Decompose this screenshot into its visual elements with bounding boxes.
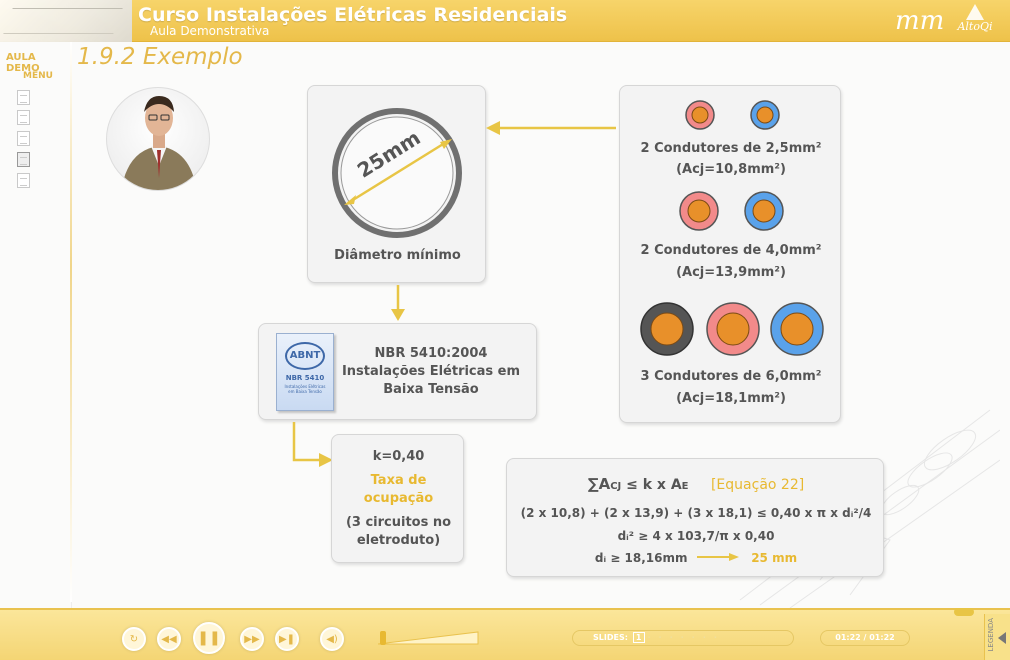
norm-code: NBR 5410:2004 bbox=[374, 346, 488, 361]
volume-slider[interactable] bbox=[378, 628, 480, 648]
formula-result: 25 mm bbox=[751, 551, 798, 565]
equation-reference: [Equação 22] bbox=[710, 477, 805, 493]
book-subtitle: Instalações Elétricas em Baixa Tensão bbox=[284, 384, 326, 394]
norm-card: ABNT NBR 5410 Instalações Elétricas em B… bbox=[258, 323, 537, 420]
panel-divider bbox=[70, 42, 72, 602]
k-value: k=0,40 bbox=[372, 449, 425, 464]
formula-card: ∑ACJ ≤ k x AE [Equação 22] (2 x 10,8) + … bbox=[506, 458, 884, 577]
conductor-group-label: 3 Condutores de 6,0mm² bbox=[640, 369, 822, 384]
altoqi-logo-text: AltoQi bbox=[957, 20, 993, 33]
menu-button[interactable]: MENU bbox=[23, 71, 53, 81]
circuits-note-line2: eletroduto) bbox=[356, 533, 441, 548]
current-slide-number[interactable]: 1 bbox=[632, 632, 645, 643]
menu-item-document-icon[interactable] bbox=[17, 90, 30, 105]
menu-item-document-icon[interactable] bbox=[17, 131, 30, 146]
legend-label: LEGENDA bbox=[987, 618, 995, 652]
diameter-card: 25mm Diâmetro mínimo bbox=[307, 85, 486, 283]
legend-arrow-icon bbox=[998, 632, 1006, 644]
arrow-right-icon bbox=[697, 553, 740, 561]
header-bar: Curso Instalações Elétricas Residenciais… bbox=[0, 0, 1010, 42]
norm-title-line2: Baixa Tensão bbox=[383, 382, 479, 397]
legend-tab[interactable]: LEGENDA bbox=[984, 614, 1010, 660]
equation-sub-cj: CJ bbox=[610, 481, 622, 492]
menu-item-document-icon[interactable] bbox=[17, 110, 30, 125]
fast-forward-icon[interactable]: ▶▶ bbox=[240, 627, 264, 651]
rewind-icon[interactable]: ◀◀ bbox=[157, 627, 181, 651]
menu-item-document-icon-active[interactable] bbox=[17, 152, 30, 167]
circuits-note-line1: (3 circuitos no bbox=[345, 515, 452, 530]
occupancy-label-line2: ocupação bbox=[363, 491, 434, 506]
book-code: NBR 5410 bbox=[285, 374, 325, 382]
replay-icon[interactable]: ↻ bbox=[122, 627, 146, 651]
arrow-bent-right-icon bbox=[292, 422, 333, 467]
presenter-illustration bbox=[121, 96, 197, 190]
course-subtitle: Aula Demonstrativa bbox=[150, 24, 270, 38]
header-sketch-image bbox=[0, 0, 132, 42]
conductor-group-area: (Acj=13,9mm²) bbox=[676, 265, 786, 280]
equation-sum: ∑A bbox=[587, 475, 611, 493]
course-title: Curso Instalações Elétricas Residenciais bbox=[138, 4, 568, 26]
abnt-book-image: ABNT NBR 5410 Instalações Elétricas em B… bbox=[276, 333, 334, 411]
volume-slider-handle bbox=[380, 631, 386, 645]
menu-item-document-icon[interactable] bbox=[17, 173, 30, 188]
occupancy-card: k=0,40 Taxa de ocupação (3 circuitos no … bbox=[331, 434, 464, 563]
pause-icon[interactable]: ❚❚ bbox=[193, 622, 225, 654]
conductor-group-area: (Acj=18,1mm²) bbox=[676, 391, 786, 406]
arrow-left-icon bbox=[486, 121, 616, 135]
progress-handle[interactable] bbox=[954, 608, 974, 616]
time-display: 01:22 / 01:22 bbox=[820, 630, 910, 646]
player-controls-bar: ↻ ◀◀ ❚❚ ▶▶ ▶❚ ◀) SLIDES: 1 ∙∙∙∙∙∙∙ 01:22… bbox=[0, 608, 1010, 660]
mm-logo: mm bbox=[895, 6, 945, 36]
page-title: 1.9.2 Exemplo bbox=[77, 44, 243, 70]
arrow-down-icon bbox=[391, 285, 405, 321]
altoqi-logo: AltoQi bbox=[950, 4, 1000, 40]
equation-mid: ≤ k x A bbox=[621, 477, 682, 493]
diameter-caption: Diâmetro mínimo bbox=[334, 248, 461, 263]
presenter-avatar bbox=[106, 87, 210, 191]
norm-title-line1: Instalações Elétricas em bbox=[341, 364, 521, 379]
conductor-group-area: (Acj=10,8mm²) bbox=[676, 162, 786, 177]
volume-icon[interactable]: ◀) bbox=[320, 627, 344, 651]
slides-navigator[interactable]: SLIDES: 1 ∙∙∙∙∙∙∙ bbox=[572, 630, 794, 646]
conductor-group-label: 2 Condutores de 2,5mm² bbox=[640, 141, 822, 156]
slide-dots: ∙∙∙∙∙∙∙ bbox=[647, 633, 725, 642]
skip-next-icon[interactable]: ▶❚ bbox=[275, 627, 299, 651]
formula-line-3: dᵢ² ≥ 4 x 103,7/π x 0,40 bbox=[617, 529, 775, 543]
conductors-card: 2 Condutores de 2,5mm² (Acj=10,8mm²) 2 C… bbox=[619, 85, 841, 423]
altoqi-logo-icon bbox=[966, 4, 984, 20]
formula-line-4: dᵢ ≥ 18,16mm 25 mm bbox=[507, 551, 885, 565]
left-menu-panel: AULA DEMO MENU bbox=[0, 42, 72, 608]
equation-line: ∑ACJ ≤ k x AE [Equação 22] bbox=[507, 475, 885, 493]
slides-label: SLIDES: bbox=[593, 633, 628, 642]
conduit-diameter-diagram bbox=[332, 108, 462, 238]
formula-line-2: (2 x 10,8) + (2 x 13,9) + (3 x 18,1) ≤ 0… bbox=[520, 506, 872, 520]
occupancy-label-line1: Taxa de bbox=[370, 473, 427, 488]
conductor-group-label: 2 Condutores de 4,0mm² bbox=[640, 243, 822, 258]
equation-sub-e: E bbox=[681, 481, 689, 492]
formula-inequality: dᵢ ≥ 18,16mm bbox=[594, 551, 688, 565]
abnt-logo: ABNT bbox=[285, 342, 325, 370]
